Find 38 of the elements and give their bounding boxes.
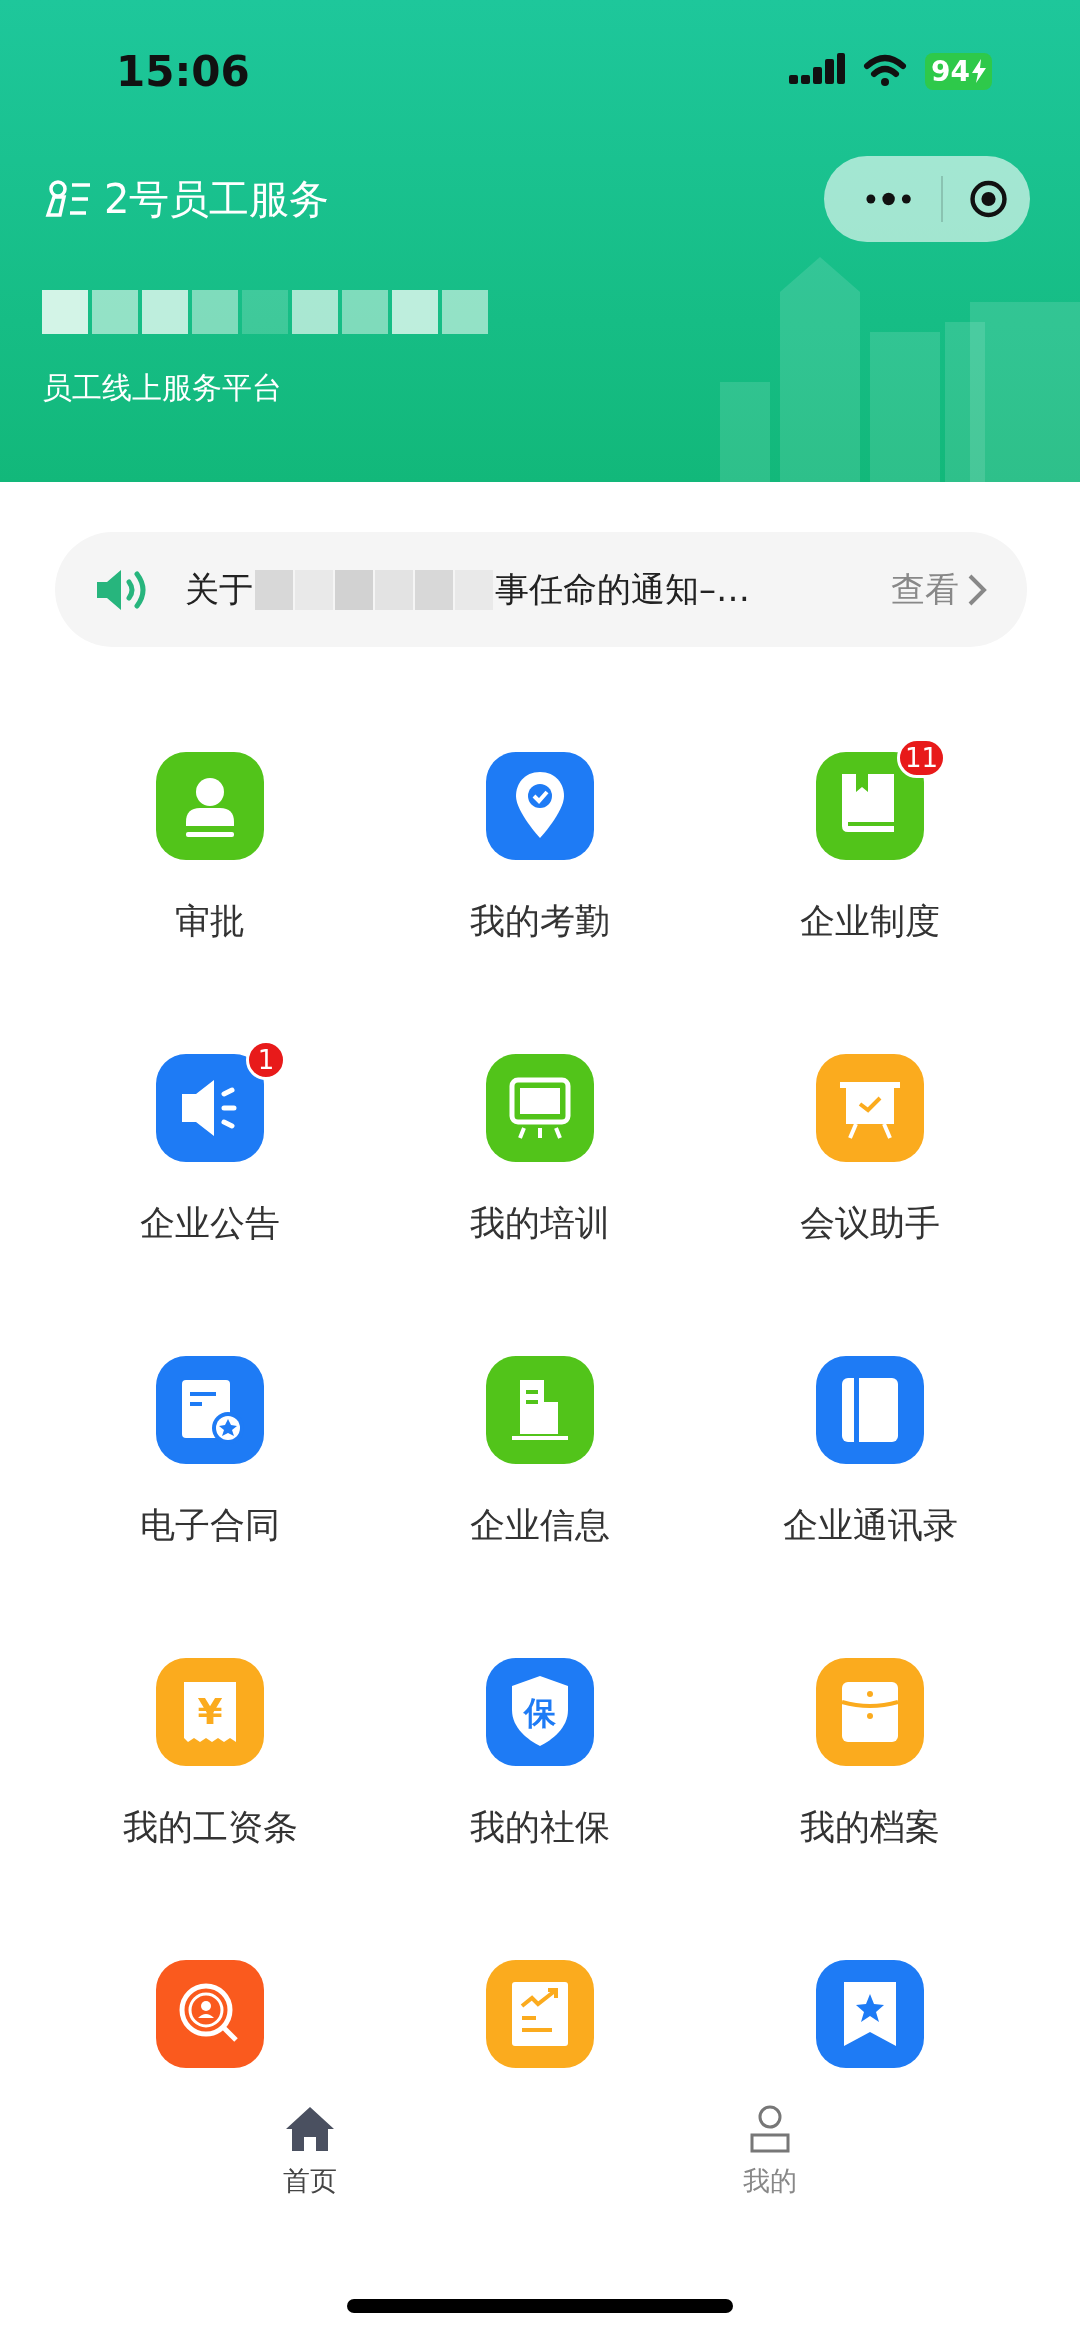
chevron-right-icon	[967, 572, 987, 607]
notice-bar[interactable]: 关于 事任命的通知–… 查看	[55, 532, 1027, 647]
menu-label[interactable]: 我的培训	[470, 1200, 610, 1247]
menu-label[interactable]: 我的工资条	[122, 1804, 298, 1851]
menu-label[interactable]: 我的档案	[800, 1804, 940, 1851]
person-icon	[748, 2105, 792, 2153]
menu-label[interactable]: 会议助手	[800, 1200, 940, 1247]
menu-label[interactable]: 我的社保	[470, 1804, 610, 1851]
tab-item[interactable]: 我的	[670, 2105, 870, 2199]
wifi-icon	[863, 54, 908, 88]
location-pin-icon[interactable]	[486, 752, 594, 860]
menu-label[interactable]: 审批	[175, 898, 245, 945]
notebook-icon[interactable]	[816, 1356, 924, 1464]
home-icon	[284, 2105, 336, 2153]
menu-label[interactable]: 企业通讯录	[782, 1502, 958, 1549]
notice-text: 事任命的通知–…	[495, 567, 750, 611]
battery-indicator: 94	[925, 52, 992, 90]
shield-icon[interactable]: 保	[486, 1658, 594, 1766]
icon-glyph: ¥	[197, 1691, 223, 1732]
menu-label[interactable]: 企业信息	[470, 1502, 610, 1549]
speaker-icon	[95, 567, 149, 612]
menu-label[interactable]: 我的考勤	[470, 898, 610, 945]
screen-icon[interactable]	[486, 1054, 594, 1162]
stamp-icon[interactable]	[156, 752, 264, 860]
person-search-icon[interactable]	[156, 1960, 264, 2068]
subtitle-text: 员工线上服务平台	[42, 369, 283, 407]
contract-icon[interactable]	[156, 1356, 264, 1464]
clock-time: 15:06	[116, 46, 250, 96]
count-badge: 11	[896, 738, 946, 778]
building-icon[interactable]	[486, 1356, 594, 1464]
notice-text: 关于	[185, 567, 253, 611]
menu-label[interactable]: 企业公告	[140, 1200, 280, 1247]
menu-label[interactable]: 电子合同	[140, 1502, 280, 1549]
tab-item[interactable]: 首页	[210, 2105, 410, 2199]
count-badge: 1	[246, 1040, 286, 1080]
menu-label[interactable]: 企业制度	[800, 898, 940, 945]
bookmark-icon[interactable]	[816, 1960, 924, 2068]
app-title: 2号员工服务	[104, 174, 330, 224]
